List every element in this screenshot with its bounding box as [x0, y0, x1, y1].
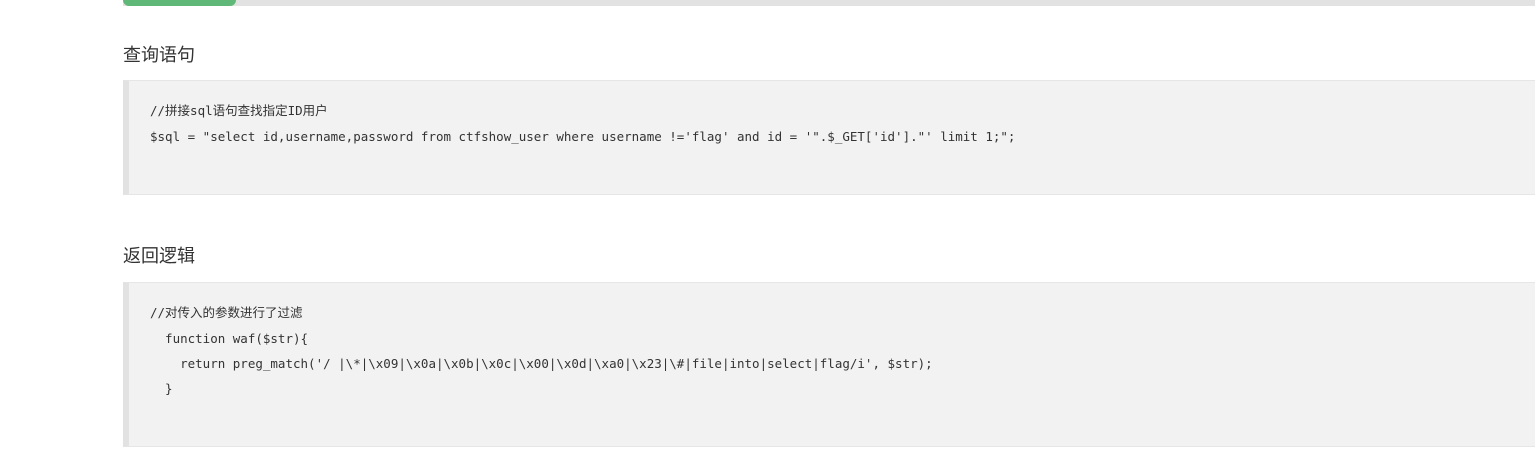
section-title-logic: 返回逻辑	[123, 246, 195, 267]
code-line-return: return preg_match('/ |\*|\x09|\x0a|\x0b|…	[150, 356, 933, 371]
code-block-query: //拼接sql语句查找指定ID用户 $sql = "select id,user…	[123, 80, 1535, 195]
section-title-query: 查询语句	[123, 45, 195, 66]
code-line-sql: $sql = "select id,username,password from…	[150, 129, 1016, 144]
code-line-function: function waf($str){	[150, 331, 309, 346]
page: 查询语句 //拼接sql语句查找指定ID用户 $sql = "select id…	[0, 0, 1535, 458]
code-comment: //拼接sql语句查找指定ID用户	[150, 103, 328, 118]
progress-bar-track	[123, 0, 1535, 6]
code-comment: //对传入的参数进行了过滤	[150, 305, 303, 320]
code-block-logic: //对传入的参数进行了过滤 function waf($str){ return…	[123, 282, 1535, 447]
progress-bar-fill	[123, 0, 236, 6]
code-line-close-brace: }	[150, 381, 173, 396]
